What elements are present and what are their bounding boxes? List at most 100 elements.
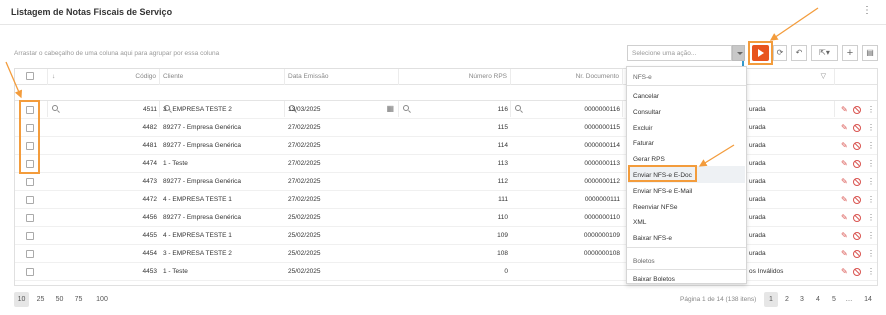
dropdown-item[interactable]: Faturar xyxy=(633,140,654,147)
highlight-box-enviar-edoc xyxy=(628,165,697,182)
dropdown-item[interactable]: Cancelar xyxy=(633,93,659,100)
page-menu-icon[interactable]: ⋮ xyxy=(862,6,872,16)
page-size-option[interactable]: 50 xyxy=(52,292,67,307)
cell-nr-documento: 0000000115 xyxy=(584,124,620,131)
dropdown-item[interactable]: Excluir xyxy=(633,125,653,132)
table-row[interactable]: 4453 1 - Teste 25/02/2025 0 os Inválidos ✎ ⋮ xyxy=(15,263,877,281)
cancel-icon[interactable] xyxy=(853,142,861,150)
dropdown-item[interactable]: Baixar NFS-e xyxy=(633,235,672,242)
edit-icon[interactable]: ✎ xyxy=(841,159,849,168)
header-codigo[interactable]: ↓ Código xyxy=(48,69,160,85)
cancel-icon[interactable] xyxy=(853,196,861,204)
cancel-icon[interactable] xyxy=(853,178,861,186)
refresh-button[interactable]: ⟳ xyxy=(773,45,787,61)
page-size-option[interactable]: 75 xyxy=(71,292,86,307)
page-button[interactable]: 4 xyxy=(812,292,824,307)
column-chooser-button[interactable]: ▤ xyxy=(862,45,878,61)
edit-icon[interactable]: ✎ xyxy=(841,267,849,276)
dropdown-item[interactable]: Consultar xyxy=(633,109,661,116)
cell-codigo: 4453 xyxy=(142,268,157,275)
header-cliente[interactable]: Cliente xyxy=(160,69,285,85)
row-menu-icon[interactable]: ⋮ xyxy=(867,101,875,119)
row-menu-icon[interactable]: ⋮ xyxy=(867,119,875,137)
action-select[interactable]: Selecione uma ação... xyxy=(627,45,732,61)
cancel-icon[interactable] xyxy=(853,268,861,276)
row-menu-icon[interactable]: ⋮ xyxy=(867,227,875,245)
row-menu-icon[interactable]: ⋮ xyxy=(867,137,875,155)
row-checkbox[interactable] xyxy=(26,268,34,276)
page-size-option[interactable]: 100 xyxy=(92,292,112,307)
cancel-icon[interactable] xyxy=(853,106,861,114)
table-row[interactable]: 4481 89277 - Empresa Genérica 27/02/2025 11… xyxy=(15,137,877,155)
cell-nr-documento: 0000000114 xyxy=(584,142,620,149)
row-checkbox[interactable] xyxy=(26,214,34,222)
cell-codigo: 4474 xyxy=(142,160,157,167)
table-row[interactable]: 4455 4 - EMPRESA TESTE 1 25/02/2025 109 0000… xyxy=(15,227,877,245)
row-menu-icon[interactable]: ⋮ xyxy=(867,245,875,263)
cell-numero-rps: 113 xyxy=(497,160,508,167)
cell-data-emissao: 13/03/2025 xyxy=(288,106,321,113)
row-checkbox[interactable] xyxy=(26,232,34,240)
cancel-icon[interactable] xyxy=(853,250,861,258)
row-menu-icon[interactable]: ⋮ xyxy=(867,155,875,173)
table-row[interactable]: 4473 89277 - Empresa Genérica 27/02/2025 11… xyxy=(15,173,877,191)
row-menu-icon[interactable]: ⋮ xyxy=(867,173,875,191)
edit-icon[interactable]: ✎ xyxy=(841,105,849,114)
dropdown-separator xyxy=(627,85,746,86)
table-row[interactable]: 4474 1 - Teste 27/02/2025 113 0000000113 urad… xyxy=(15,155,877,173)
page-size-option[interactable]: 10 xyxy=(14,292,29,307)
header-numero-rps[interactable]: Número RPS xyxy=(399,69,511,85)
edit-icon[interactable]: ✎ xyxy=(841,213,849,222)
cell-nr-documento xyxy=(511,263,623,281)
dropdown-item[interactable]: Enviar NFS-e E-Mail xyxy=(633,188,692,195)
table-row[interactable]: 4482 89277 - Empresa Genérica 27/02/2025 11… xyxy=(15,119,877,137)
page-button[interactable]: 3 xyxy=(796,292,808,307)
row-menu-icon[interactable]: ⋮ xyxy=(867,263,875,281)
edit-icon[interactable]: ✎ xyxy=(841,141,849,150)
page-size-option[interactable]: 25 xyxy=(33,292,48,307)
table-row[interactable]: 4511 3 - EMPRESA TESTE 2 13/03/2025 116 0000… xyxy=(15,101,877,119)
cancel-icon[interactable] xyxy=(853,124,861,132)
cancel-icon[interactable] xyxy=(853,214,861,222)
row-checkbox[interactable] xyxy=(26,250,34,258)
undo-button[interactable]: ↶ xyxy=(791,45,807,61)
dropdown-item[interactable]: XML xyxy=(633,219,646,226)
page-button[interactable]: 2 xyxy=(781,292,793,307)
edit-icon[interactable]: ✎ xyxy=(841,249,849,258)
select-all-checkbox[interactable] xyxy=(26,72,34,80)
filter-funnel-icon[interactable]: ▽ xyxy=(821,69,826,85)
cell-nr-documento: 0000000108 xyxy=(583,250,620,257)
page-button[interactable]: 14 xyxy=(860,292,876,307)
action-select-dropdown-button[interactable] xyxy=(732,45,745,61)
header-data-emissao[interactable]: Data Emissão xyxy=(285,69,399,85)
table-row[interactable]: 4454 3 - EMPRESA TESTE 2 25/02/2025 108 0000… xyxy=(15,245,877,263)
cell-cliente: 4 - EMPRESA TESTE 1 xyxy=(163,232,232,239)
dropdown-item[interactable]: Baixar Boletos xyxy=(633,276,675,283)
row-menu-icon[interactable]: ⋮ xyxy=(867,209,875,227)
row-checkbox[interactable] xyxy=(26,178,34,186)
row-checkbox[interactable] xyxy=(26,196,34,204)
cancel-icon[interactable] xyxy=(853,232,861,240)
page-button[interactable]: 5 xyxy=(828,292,840,307)
header-nr-documento[interactable]: Nr. Documento xyxy=(511,69,623,85)
edit-icon[interactable]: ✎ xyxy=(841,195,849,204)
table-row[interactable]: 4456 89277 - Empresa Genérica 25/02/2025 11… xyxy=(15,209,877,227)
page-button[interactable]: 1 xyxy=(764,292,778,307)
edit-icon[interactable]: ✎ xyxy=(841,123,849,132)
dropdown-item[interactable]: Reenviar NFSe xyxy=(633,204,677,211)
cell-data-emissao: 27/02/2025 xyxy=(288,178,321,185)
add-button[interactable]: + xyxy=(842,45,858,61)
cell-cliente: 4 - EMPRESA TESTE 1 xyxy=(163,196,232,203)
cell-data-emissao: 25/02/2025 xyxy=(288,232,321,239)
cell-cliente: 89277 - Empresa Genérica xyxy=(163,142,242,149)
dropdown-item[interactable]: Gerar RPS xyxy=(633,156,665,163)
cancel-icon[interactable] xyxy=(853,160,861,168)
cell-cliente: 3 - EMPRESA TESTE 2 xyxy=(163,250,232,257)
page-ellipsis: … xyxy=(845,296,853,303)
export-button[interactable]: ⇱▾ xyxy=(811,45,838,61)
cell-codigo: 4454 xyxy=(142,250,157,257)
table-row[interactable]: 4472 4 - EMPRESA TESTE 1 27/02/2025 111 0000… xyxy=(15,191,877,209)
edit-icon[interactable]: ✎ xyxy=(841,231,849,240)
edit-icon[interactable]: ✎ xyxy=(841,177,849,186)
row-menu-icon[interactable]: ⋮ xyxy=(867,191,875,209)
